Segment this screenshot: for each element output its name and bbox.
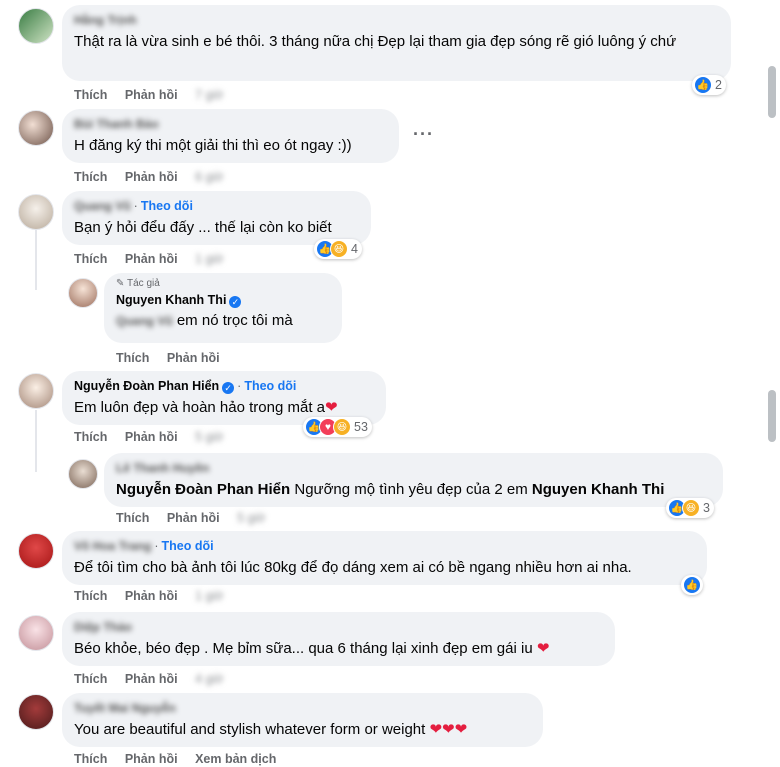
haha-reaction-icon: 😆 (330, 240, 348, 258)
comment-time[interactable]: 1 giờ (195, 252, 223, 266)
comment-text: Thật ra là vừa sinh e bé thôi. 3 tháng n… (74, 33, 677, 50)
reply-button[interactable]: Phản hồi (167, 351, 220, 365)
like-button[interactable]: Thích (74, 88, 107, 102)
commenter-name[interactable]: Tuyết Mai Nguyễn (74, 700, 176, 716)
commenter-name[interactable]: Nguyễn Đoàn Phan Hiển (74, 379, 219, 393)
avatar[interactable] (68, 278, 98, 308)
avatar[interactable] (18, 533, 54, 569)
avatar[interactable] (18, 615, 54, 651)
avatar[interactable] (18, 373, 54, 409)
avatar[interactable] (18, 694, 54, 730)
verified-badge-icon: ✓ (222, 382, 235, 394)
comment-text: Ngưỡng mộ tình yêu đẹp của 2 em (294, 481, 528, 498)
scrollbar-thumb-bottom[interactable] (768, 390, 776, 442)
mention-link[interactable]: Nguyễn Đoàn Phan Hiển (116, 481, 290, 498)
commenter-name[interactable]: Hằng Trịnh (74, 12, 137, 28)
avatar[interactable] (18, 194, 54, 230)
heart-emoji-icon: ❤❤❤ (429, 721, 468, 738)
avatar[interactable] (18, 110, 54, 146)
scrollbar-thumb-top[interactable] (768, 66, 776, 118)
like-button[interactable]: Thích (74, 252, 107, 266)
reply-button[interactable]: Phản hồi (125, 88, 178, 102)
reply-button[interactable]: Phản hồi (125, 672, 178, 686)
comment-bubble: Tuyết Mai Nguyễn You are beautiful and s… (62, 693, 543, 747)
like-reaction-icon: 👍 (683, 576, 701, 594)
avatar[interactable] (68, 459, 98, 489)
like-button[interactable]: Thích (74, 589, 107, 603)
comment-text: Em luôn đẹp và hoàn hảo trong mắt a (74, 399, 326, 416)
comment-time[interactable]: 5 giờ (237, 511, 265, 525)
comment-text: Béo khỏe, béo đẹp . Mẹ bỉm sữa... qua 6 … (74, 640, 533, 657)
mention-link[interactable]: Quang Vũ (116, 311, 173, 332)
reaction-summary[interactable]: 👍 😆 4 (314, 239, 362, 259)
comment-text: You are beautiful and stylish whatever f… (74, 721, 426, 738)
heart-emoji-icon: ❤ (325, 399, 338, 416)
comment-time[interactable]: 7 giờ (195, 88, 223, 102)
like-button[interactable]: Thích (74, 170, 107, 184)
verified-badge-icon: ✓ (229, 296, 242, 308)
like-button[interactable]: Thích (74, 430, 107, 444)
comment-actions: Thích Phản hồi 4 giờ (74, 672, 237, 686)
reply-button[interactable]: Phản hồi (125, 170, 178, 184)
comment-time[interactable]: 5 giờ (195, 430, 223, 444)
commenter-name[interactable]: Nguyen Khanh Thi (116, 293, 226, 307)
like-button[interactable]: Thích (74, 672, 107, 686)
like-button[interactable]: Thích (116, 511, 149, 525)
comment-actions: Thích Phản hồi Xem bản dịch (74, 752, 290, 766)
comment-bubble: Bùi Thanh Bảo H đăng ký thi một giải thi… (62, 109, 399, 163)
thread-line (35, 230, 37, 290)
reaction-summary[interactable]: 👍 😆 3 (666, 498, 714, 518)
reply-button[interactable]: Phản hồi (125, 430, 178, 444)
comment-actions: Thích Phản hồi 7 giờ (74, 88, 237, 102)
comment-text: em nó trọc tôi mà (176, 312, 293, 329)
commenter-name[interactable]: Bùi Thanh Bảo (74, 116, 159, 132)
comment-text: Bạn ý hỏi đểu đấy ... thế lại còn ko biế… (74, 219, 332, 236)
author-badge: Tác giả (127, 278, 160, 289)
comment-time[interactable]: 1 giờ (195, 589, 223, 603)
comment-bubble: Quang Vũ · Theo dõi Bạn ý hỏi đểu đấy ... … (62, 191, 371, 245)
reaction-summary[interactable]: 👍 ♥ 😆 53 (303, 417, 372, 437)
comment-bubble: Võ Hoa Trang · Theo dõi Để tôi tìm cho bà … (62, 531, 707, 585)
pen-icon: ✎ (116, 278, 125, 289)
comment-time[interactable]: 4 giờ (195, 672, 223, 686)
reply-button[interactable]: Phản hồi (167, 511, 220, 525)
thread-line (35, 410, 37, 472)
follow-button[interactable]: Theo dõi (141, 199, 193, 213)
reaction-summary[interactable]: 👍 (681, 575, 703, 595)
heart-emoji-icon: ❤ (536, 640, 550, 657)
mention-link[interactable]: Nguyen Khanh Thi (532, 481, 665, 498)
comment-bubble: Diệp Thảo Béo khỏe, béo đẹp . Mẹ bỉm sữa… (62, 612, 615, 666)
follow-button[interactable]: Theo dõi (244, 379, 296, 393)
commenter-name[interactable]: Võ Hoa Trang (74, 538, 151, 554)
haha-reaction-icon: 😆 (333, 418, 351, 436)
comment-text: Để tôi tìm cho bà ảnh tôi lúc 80kg để đọ… (74, 559, 632, 576)
comment-bubble: ✎ Tác giả Nguyen Khanh Thi ✓ Quang Vũ em … (104, 273, 342, 343)
comment-actions: Thích Phản hồi (116, 351, 234, 365)
comment-actions: Thích Phản hồi 6 giờ (74, 170, 237, 184)
comment-bubble: Hằng Trịnh Thật ra là vừa sinh e bé thôi… (62, 5, 731, 81)
follow-button[interactable]: Theo dõi (162, 539, 214, 553)
comment-bubble: Lê Thanh Huyền Nguyễn Đoàn Phan Hiển Ngư… (104, 453, 723, 507)
commenter-name[interactable]: Diệp Thảo (74, 619, 132, 635)
like-button[interactable]: Thích (74, 752, 107, 766)
comment-text: H đăng ký thi một giải thi thì eo ót nga… (74, 137, 352, 154)
avatar[interactable] (18, 8, 54, 44)
like-button[interactable]: Thích (116, 351, 149, 365)
reply-button[interactable]: Phản hồi (125, 252, 178, 266)
more-options-icon[interactable]: ··· (413, 124, 434, 145)
haha-reaction-icon: 😆 (682, 499, 700, 517)
translate-button[interactable]: Xem bản dịch (195, 752, 276, 766)
comment-time[interactable]: 6 giờ (195, 170, 223, 184)
commenter-name[interactable]: Quang Vũ (74, 198, 131, 214)
reaction-summary[interactable]: 👍 2 (692, 75, 726, 95)
commenter-name[interactable]: Lê Thanh Huyền (116, 460, 209, 476)
comment-actions: Thích Phản hồi 5 giờ (74, 430, 237, 444)
like-reaction-icon: 👍 (694, 76, 712, 94)
reply-button[interactable]: Phản hồi (125, 589, 178, 603)
comment-actions: Thích Phản hồi 5 giờ (116, 511, 279, 525)
comment-actions: Thích Phản hồi 1 giờ (74, 589, 237, 603)
comment-actions: Thích Phản hồi 1 giờ (74, 252, 237, 266)
reply-button[interactable]: Phản hồi (125, 752, 178, 766)
